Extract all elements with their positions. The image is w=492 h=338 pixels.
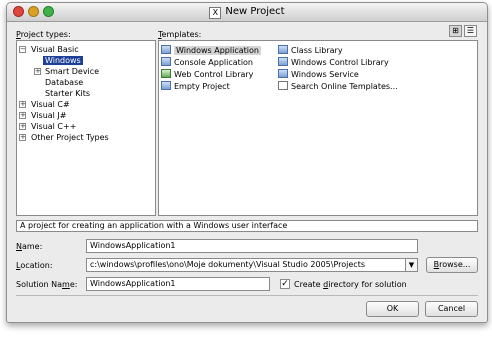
location-value: c:\windows\profiles\ono\Moje dokumenty\V… [90,260,365,269]
separator [16,295,478,296]
name-label: Name: [16,242,43,251]
checkmark-icon: ✓ [281,279,289,289]
cancel-button[interactable]: Cancel [425,301,478,317]
large-icons-view-button[interactable]: ⊞ [449,25,462,37]
web-control-icon [161,69,171,78]
expand-icon[interactable]: + [34,68,41,75]
browse-button[interactable]: Browse... [426,257,478,273]
new-project-dialog: X New Project Project types: Templates: ⊞… [6,2,488,323]
window-title: X New Project [7,6,487,19]
tree-item-visual-csharp[interactable]: + Visual C# [19,99,70,110]
vb-console-icon [161,57,171,66]
template-class-library[interactable]: Class Library [278,45,343,56]
name-input[interactable]: WindowsApplication1 [86,239,418,253]
template-description: A project for creating an application wi… [16,220,478,232]
title-bar: X New Project [7,3,487,22]
template-web-control-library[interactable]: Web Control Library [161,69,253,80]
solution-name-input[interactable]: WindowsApplication1 [86,277,270,291]
project-types-label: Project types: [16,30,71,39]
expand-icon[interactable]: + [19,101,26,108]
tree-item-windows[interactable]: Windows [43,55,83,66]
tree-item-other-project-types[interactable]: + Other Project Types [19,132,109,143]
tree-item-visual-jsharp[interactable]: + Visual J# [19,110,67,121]
large-icons-icon: ⊞ [452,26,459,35]
templates-label: Templates: [158,30,202,39]
project-types-tree[interactable]: − Visual Basic Windows + Smart Device Data… [16,40,156,216]
window-title-text: New Project [225,6,285,17]
template-search-online[interactable]: Search Online Templates... [278,81,398,92]
template-windows-service[interactable]: Windows Service [278,69,359,80]
ok-button[interactable]: OK [366,301,419,317]
vb-empty-project-icon [161,81,171,90]
create-directory-checkbox[interactable]: ✓ [280,279,290,289]
location-combobox[interactable]: c:\windows\profiles\ono\Moje dokumenty\V… [86,258,418,272]
templates-list[interactable]: Windows Application Console Application … [158,40,478,216]
template-windows-control-library[interactable]: Windows Control Library [278,57,389,68]
vb-control-library-icon [278,57,288,66]
template-console-application[interactable]: Console Application [161,57,253,68]
search-online-icon [278,81,288,90]
expand-icon[interactable]: + [19,112,26,119]
vb-form-icon [161,45,171,54]
location-label: Location: [16,261,53,270]
tree-item-visual-cpp[interactable]: + Visual C++ [19,121,76,132]
small-icons-icon: ☰ [466,26,475,35]
tree-item-smart-device[interactable]: + Smart Device [34,66,99,77]
template-windows-application[interactable]: Windows Application [161,45,261,56]
small-icons-view-button[interactable]: ☰ [464,25,477,37]
create-directory-label: Create directory for solution [294,280,407,289]
dropdown-arrow-icon[interactable]: ▼ [405,259,417,271]
template-empty-project[interactable]: Empty Project [161,81,230,92]
expand-icon[interactable]: + [19,134,26,141]
vb-service-icon [278,69,288,78]
solution-name-label: Solution Name: [16,280,78,289]
tree-item-visual-basic[interactable]: − Visual Basic [19,44,79,55]
expand-icon[interactable]: + [19,123,26,130]
collapse-icon[interactable]: − [19,46,26,53]
tree-item-database[interactable]: Database [45,77,83,88]
vb-class-library-icon [278,45,288,54]
x11-app-icon: X [209,7,222,19]
tree-item-starter-kits[interactable]: Starter Kits [45,88,90,99]
